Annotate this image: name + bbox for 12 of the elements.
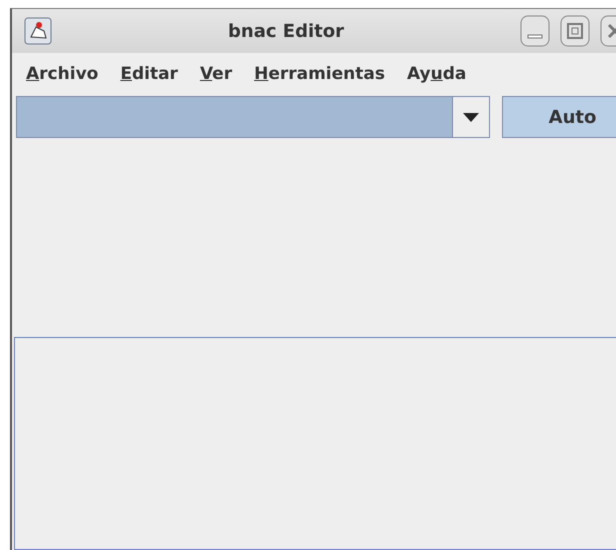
dropdown[interactable] — [16, 96, 490, 138]
maximize-icon[interactable] — [560, 15, 590, 47]
menu-item[interactable]: Archivo — [26, 64, 98, 84]
app-icon — [24, 17, 52, 45]
menu-item[interactable]: Ver — [200, 64, 232, 84]
auto-button[interactable]: Auto — [502, 96, 616, 138]
minimize-icon[interactable] — [520, 15, 550, 47]
menu-item[interactable]: Ayuda — [407, 64, 466, 84]
dropdown-arrow-icon — [462, 112, 479, 122]
menu-item[interactable]: Herramientas — [254, 64, 385, 84]
menu-item[interactable]: Editar — [120, 64, 178, 84]
window-title: bnac Editor — [227, 20, 345, 42]
